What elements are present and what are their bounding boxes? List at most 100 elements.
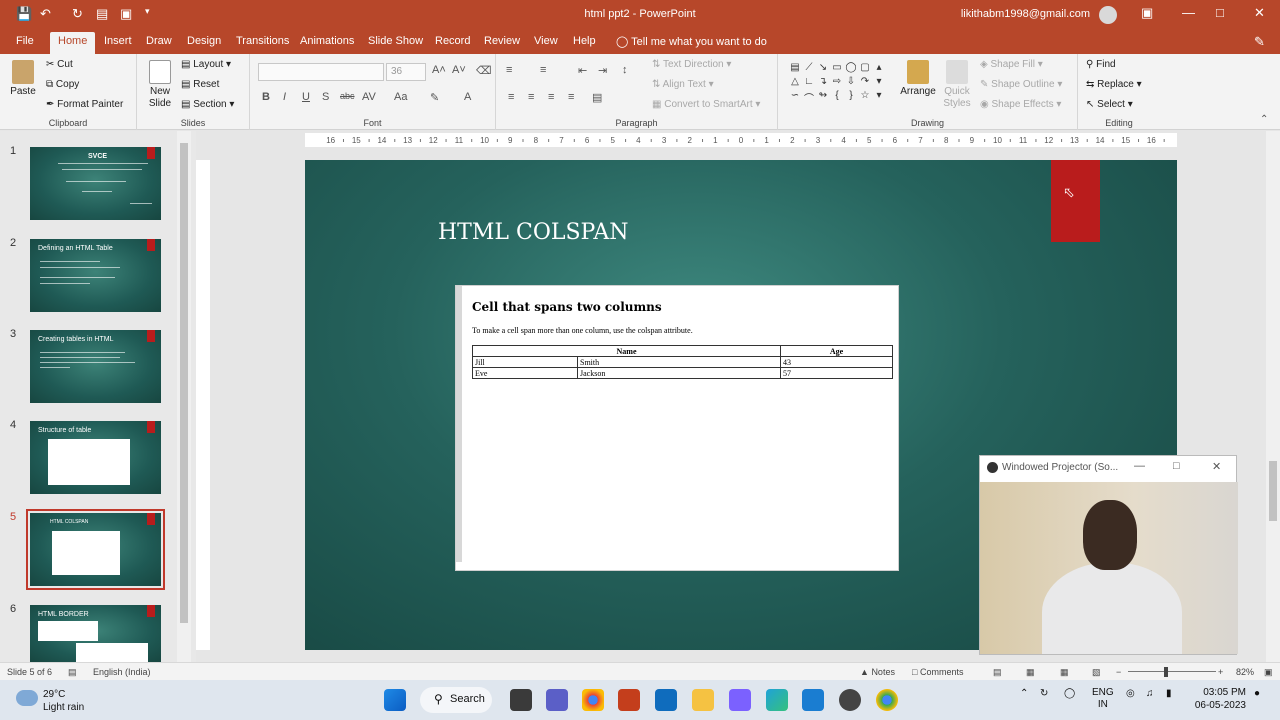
scrollbar-thumb[interactable] <box>180 143 188 623</box>
tray-overflow-icon[interactable]: ⌃ <box>1020 688 1028 699</box>
tab-insert[interactable]: Insert <box>104 35 132 47</box>
teams-chat-icon[interactable] <box>546 689 568 711</box>
new-slide-button[interactable]: New Slide <box>143 60 177 110</box>
power-automate-icon[interactable] <box>729 689 751 711</box>
vscode-icon[interactable] <box>802 689 824 711</box>
arrange-button[interactable]: Arrange <box>900 60 936 97</box>
align-text-button[interactable]: ⇅ Align Text ▾ <box>652 79 714 90</box>
expand-shape-icon[interactable]: ▾ <box>872 90 886 104</box>
decrease-indent-icon[interactable]: ⇤ <box>578 64 587 77</box>
slide-title[interactable]: HTML COLSPAN <box>438 220 628 245</box>
windowed-projector-window[interactable]: Windowed Projector (So... — □ ✕ <box>979 455 1238 655</box>
slide-thumbnail-5[interactable]: HTML COLSPAN <box>26 509 165 590</box>
shadow-icon[interactable]: S <box>322 91 329 103</box>
volume-icon[interactable]: ♫ <box>1146 688 1154 699</box>
weather-icon[interactable] <box>16 690 38 706</box>
align-center-icon[interactable]: ≡ <box>528 91 534 103</box>
strikethrough-icon[interactable]: abc <box>340 91 355 101</box>
language-switcher[interactable]: ENG IN <box>1092 687 1114 711</box>
zoom-slider-thumb[interactable] <box>1164 667 1168 677</box>
smartart-button[interactable]: ▦ Convert to SmartArt ▾ <box>652 99 760 110</box>
down-arrow-shape-icon[interactable]: ⇩ <box>844 76 858 90</box>
select-button[interactable]: ↖ Select ▾ <box>1086 99 1133 110</box>
globe-icon[interactable]: ◎ <box>1126 688 1135 699</box>
weather-widget[interactable]: 29°C Light rain <box>43 688 84 714</box>
tab-record[interactable]: Record <box>435 35 470 47</box>
notes-button[interactable]: ▲ Notes <box>860 667 895 677</box>
zoom-slider[interactable] <box>1128 671 1216 672</box>
slide-thumbnail-6[interactable]: HTML BORDER <box>30 605 161 662</box>
shape-outline-button[interactable]: ✎ Shape Outline ▾ <box>980 79 1062 90</box>
tab-review[interactable]: Review <box>484 35 520 47</box>
slide-thumbnail-1[interactable]: SVCE <box>30 147 161 220</box>
shape-effects-button[interactable]: ◉ Shape Effects ▾ <box>980 99 1061 110</box>
highlight-icon[interactable]: ✎ <box>430 91 439 104</box>
font-color-icon[interactable]: A <box>464 91 471 103</box>
bend-shape-icon[interactable]: ↬ <box>816 90 830 104</box>
maximize-button[interactable]: □ <box>1216 5 1224 20</box>
replace-button[interactable]: ⇆ Replace ▾ <box>1086 79 1142 90</box>
mail-icon[interactable] <box>655 689 677 711</box>
obs-studio-icon[interactable] <box>839 689 861 711</box>
shape-fill-button[interactable]: ◈ Shape Fill ▾ <box>980 59 1043 70</box>
windows-start-icon[interactable] <box>384 689 406 711</box>
align-right-icon[interactable]: ≡ <box>548 91 554 103</box>
chrome-profile-icon[interactable] <box>876 689 898 711</box>
bold-icon[interactable]: B <box>262 91 270 103</box>
microphone-icon[interactable]: ◯ <box>1064 688 1075 699</box>
editor-scrollbar[interactable] <box>1266 131 1280 662</box>
slide-thumbnail-2[interactable]: Defining an HTML Table <box>30 239 161 312</box>
freeform-shape-icon[interactable]: ∽ <box>788 90 802 104</box>
reading-view-icon[interactable]: ▦ <box>1060 667 1069 678</box>
star-shape-icon[interactable]: ☆ <box>858 90 872 104</box>
minimize-button[interactable]: — <box>1182 5 1195 20</box>
right-arrow-shape-icon[interactable]: ⇨ <box>830 76 844 90</box>
copy-button[interactable]: ⧉ Copy <box>46 79 79 90</box>
arc-shape-icon[interactable]: ⌒ <box>802 90 816 105</box>
projector-minimize-button[interactable]: — <box>1134 460 1145 472</box>
brace-left-shape-icon[interactable]: { <box>830 90 844 104</box>
comments-button[interactable]: □ Comments <box>912 667 963 677</box>
brace-right-shape-icon[interactable]: } <box>844 90 858 104</box>
font-name-box[interactable] <box>258 63 384 81</box>
tab-animations[interactable]: Animations <box>300 35 354 47</box>
textbox-shape-icon[interactable]: ▤ <box>788 62 802 76</box>
thumbnails-scrollbar[interactable] <box>177 131 191 662</box>
triangle-shape-icon[interactable]: △ <box>788 76 802 90</box>
tab-help[interactable]: Help <box>573 35 596 47</box>
columns-icon[interactable]: ▤ <box>592 91 602 104</box>
justify-icon[interactable]: ≡ <box>568 91 574 103</box>
tab-draw[interactable]: Draw <box>146 35 172 47</box>
cut-button[interactable]: ✂ Cut <box>46 59 73 70</box>
arrow-line-shape-icon[interactable]: ↘ <box>816 62 830 76</box>
accessibility-icon[interactable]: ▤ <box>68 667 77 678</box>
avatar[interactable] <box>1099 6 1117 24</box>
rect-shape-icon[interactable]: ▭ <box>830 62 844 76</box>
task-view-icon[interactable] <box>510 689 532 711</box>
file-explorer-icon[interactable] <box>692 689 714 711</box>
shapes-gallery[interactable]: ▤ ⟋ ↘ ▭ ◯ ▢ ▴ △ ∟ ↴ ⇨ ⇩ ↷ ▾ ∽ ⌒ ↬{} ☆ ▾ <box>788 62 888 108</box>
projector-maximize-button[interactable]: □ <box>1173 460 1180 472</box>
slide-sorter-icon[interactable]: ▦ <box>1026 667 1035 678</box>
slideshow-view-icon[interactable]: ▧ <box>1092 667 1101 678</box>
slide-thumbnail-3[interactable]: Creating tables in HTML <box>30 330 161 403</box>
webpage-screenshot-image[interactable]: Cell that spans two columns To make a ce… <box>455 285 899 571</box>
tab-file[interactable]: File <box>16 35 34 47</box>
curve-shape-icon[interactable]: ↷ <box>858 76 872 90</box>
ribbon-display-icon[interactable]: ▣ <box>1141 5 1153 21</box>
language-indicator[interactable]: English (India) <box>93 667 151 677</box>
fit-slide-icon[interactable]: ▣ <box>1264 667 1273 678</box>
change-case-icon[interactable]: Aa <box>394 91 407 103</box>
tab-home[interactable]: Home <box>50 32 96 54</box>
tell-me-search[interactable]: ◯ Tell me what you want to do <box>616 35 767 48</box>
line-spacing-icon[interactable]: ↕ <box>622 64 628 76</box>
numbering-icon[interactable]: ≡ <box>540 64 546 76</box>
increase-indent-icon[interactable]: ⇥ <box>598 64 607 77</box>
italic-icon[interactable]: I <box>283 91 286 103</box>
underline-icon[interactable]: U <box>302 91 310 103</box>
elbow-shape-icon[interactable]: ∟ <box>802 76 816 90</box>
tab-slide-show[interactable]: Slide Show <box>368 35 423 47</box>
powerpoint-icon[interactable] <box>618 689 640 711</box>
account-email[interactable]: likithabm1998@gmail.com <box>961 8 1090 20</box>
scrollbar-thumb[interactable] <box>1269 461 1277 521</box>
